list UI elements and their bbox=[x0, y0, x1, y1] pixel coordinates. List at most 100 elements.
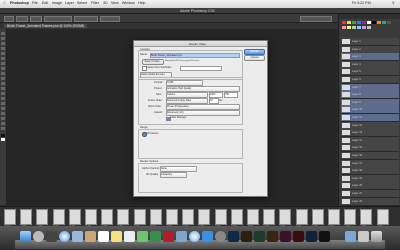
itunes-icon[interactable] bbox=[189, 231, 200, 242]
option-toggle-2[interactable] bbox=[30, 16, 42, 22]
swatch-color[interactable] bbox=[362, 26, 366, 29]
timeline-frame[interactable]: 0 sec. bbox=[36, 209, 49, 227]
swatch-color[interactable] bbox=[352, 21, 356, 24]
document-tab[interactable]: Berlin Flower_Animated Frames.psd @ 100%… bbox=[4, 23, 88, 28]
reminders-icon[interactable] bbox=[124, 231, 135, 242]
option-toggle-4[interactable] bbox=[74, 16, 98, 22]
menu-help[interactable]: Help bbox=[138, 1, 145, 5]
workspace-switcher[interactable] bbox=[300, 16, 332, 22]
swatch-color[interactable] bbox=[367, 21, 371, 24]
terminal-icon[interactable] bbox=[319, 231, 330, 242]
history-brush-tool-icon[interactable] bbox=[1, 77, 5, 80]
name-field[interactable]: Berlin Flower_Animated.mp4 bbox=[150, 52, 240, 59]
dodge-tool-icon[interactable] bbox=[1, 97, 5, 100]
timeline-frame[interactable]: 0 sec. bbox=[328, 209, 340, 227]
menubar-clock[interactable]: Fri 5:22 PM bbox=[352, 1, 371, 5]
timeline-frame[interactable]: 0 sec. bbox=[4, 209, 16, 227]
healing-tool-icon[interactable] bbox=[1, 62, 5, 65]
select-folder-button[interactable]: Select Folder... bbox=[142, 59, 164, 65]
timeline-frame[interactable]: 0 sec. bbox=[214, 209, 227, 227]
bridge-icon[interactable] bbox=[241, 231, 252, 242]
timeline-frame[interactable]: 0 sec. bbox=[230, 209, 243, 227]
swatch-color[interactable] bbox=[372, 21, 376, 24]
timeline-frame[interactable]: 0 sec. bbox=[198, 209, 211, 227]
photo-booth-icon[interactable] bbox=[163, 231, 174, 242]
photoshop-icon[interactable] bbox=[228, 231, 239, 242]
lasso-tool-icon[interactable] bbox=[1, 42, 5, 45]
swatch-color[interactable] bbox=[357, 26, 361, 29]
swatch-color[interactable] bbox=[342, 21, 346, 24]
panel-tabs[interactable] bbox=[339, 14, 400, 19]
timeline-frame[interactable]: 0 sec. bbox=[182, 209, 195, 227]
calendar-icon[interactable] bbox=[98, 231, 109, 242]
swatch-color[interactable] bbox=[382, 21, 386, 24]
apple-icon[interactable]:  bbox=[3, 1, 6, 5]
alpha-channel-select[interactable]: None bbox=[160, 166, 197, 172]
menu-image[interactable]: Image bbox=[52, 1, 62, 5]
messages-icon[interactable] bbox=[137, 231, 148, 242]
timeline-frame[interactable]: 0 sec. bbox=[263, 209, 276, 227]
menu-filter[interactable]: Filter bbox=[91, 1, 99, 5]
quick-select-tool-icon[interactable] bbox=[1, 47, 5, 50]
flash-icon[interactable] bbox=[293, 231, 304, 242]
launchpad-icon[interactable] bbox=[33, 231, 44, 242]
menu-file[interactable]: File bbox=[32, 1, 38, 5]
swatch-color[interactable] bbox=[347, 21, 351, 24]
spotlight-icon[interactable]: ⚲ bbox=[392, 1, 395, 5]
hand-tool-icon[interactable] bbox=[1, 122, 5, 125]
mission-control-icon[interactable] bbox=[46, 231, 57, 242]
downloads-stack-icon[interactable] bbox=[345, 231, 356, 242]
safari-icon[interactable] bbox=[59, 231, 70, 242]
type-tool-icon[interactable] bbox=[1, 107, 5, 110]
timeline-frame[interactable]: 0 sec. bbox=[101, 209, 114, 227]
tool-preset-picker[interactable] bbox=[4, 16, 14, 22]
timeline-frame[interactable]: 0 sec. bbox=[133, 209, 146, 227]
timeline-frame[interactable]: 0 sec. bbox=[20, 209, 33, 227]
frame-rate-select[interactable]: Document Frame Rate bbox=[166, 98, 208, 104]
cancel-button[interactable]: Cancel bbox=[244, 55, 265, 61]
format-select[interactable]: H.264 bbox=[166, 80, 203, 86]
zoom-tool-icon[interactable] bbox=[1, 127, 5, 130]
timeline-frame[interactable]: 0 sec. bbox=[311, 209, 324, 227]
option-toggle-3[interactable] bbox=[44, 16, 72, 22]
frame-rate-fps-field[interactable]: 30 bbox=[209, 98, 219, 104]
timeline-frame[interactable]: 0 sec. bbox=[344, 209, 357, 227]
system-preferences-icon[interactable] bbox=[215, 231, 226, 242]
size-select[interactable]: Custom bbox=[166, 92, 208, 98]
media-encoder-icon[interactable] bbox=[306, 231, 317, 242]
menu-view[interactable]: View bbox=[111, 1, 119, 5]
documents-stack-icon[interactable] bbox=[358, 231, 369, 242]
timeline-frame[interactable]: 0 sec. bbox=[279, 209, 292, 227]
swatch-color[interactable] bbox=[347, 26, 351, 29]
menu-3d[interactable]: 3D bbox=[103, 1, 108, 5]
timeline-frame[interactable]: 0 sec. bbox=[68, 209, 81, 227]
dreamweaver-icon[interactable] bbox=[254, 231, 265, 242]
stamp-tool-icon[interactable] bbox=[1, 72, 5, 75]
swatch-color[interactable] bbox=[377, 21, 381, 24]
timeline-frame[interactable]: 0 sec. bbox=[295, 209, 308, 227]
timeline-frame[interactable]: 0 sec. bbox=[376, 209, 389, 227]
timeline-frame[interactable]: 0 sec. bbox=[85, 209, 97, 227]
3d-quality-select[interactable]: Interactive bbox=[160, 172, 187, 178]
swatch-color[interactable] bbox=[357, 21, 361, 24]
menu-window[interactable]: Window bbox=[122, 1, 135, 5]
swatch-color[interactable] bbox=[352, 26, 356, 29]
eyedropper-tool-icon[interactable] bbox=[1, 57, 5, 60]
notes-icon[interactable] bbox=[111, 231, 122, 242]
pen-tool-icon[interactable] bbox=[1, 102, 5, 105]
brush-tool-icon[interactable] bbox=[1, 67, 5, 70]
background-color-swatch[interactable] bbox=[1, 138, 5, 141]
blur-tool-icon[interactable] bbox=[1, 92, 5, 95]
facetime-icon[interactable] bbox=[150, 231, 161, 242]
trash-icon[interactable] bbox=[371, 231, 382, 242]
option-toggle-1[interactable] bbox=[16, 16, 28, 22]
finder-icon[interactable] bbox=[20, 231, 31, 242]
menu-layer[interactable]: Layer bbox=[65, 1, 74, 5]
gradient-tool-icon[interactable] bbox=[1, 87, 5, 90]
size-width-field[interactable]: 1000 bbox=[209, 92, 223, 98]
menu-select[interactable]: Select bbox=[77, 1, 87, 5]
mail-icon[interactable] bbox=[72, 231, 83, 242]
marquee-tool-icon[interactable] bbox=[1, 37, 5, 40]
indesign-icon[interactable] bbox=[280, 231, 291, 242]
swatch-color[interactable] bbox=[342, 26, 346, 29]
